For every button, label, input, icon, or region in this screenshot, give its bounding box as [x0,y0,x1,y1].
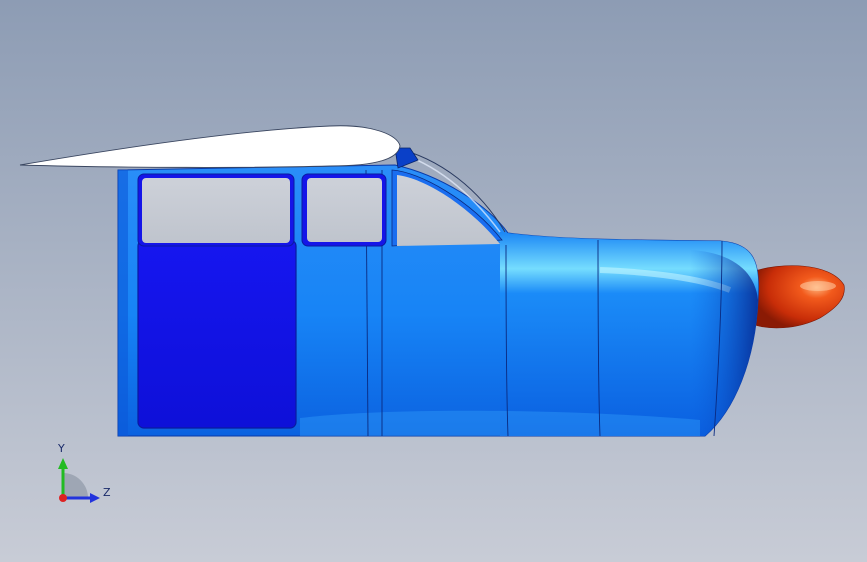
triad-x-axis-icon [59,494,67,502]
triad-z-label: Z [103,486,111,499]
graphics-viewport[interactable]: Y Z [0,0,867,562]
model-view[interactable] [0,0,867,562]
triad-plane-quadrant [63,473,88,498]
triad-y-arrow-icon [58,458,68,469]
triad-z-arrow-icon [90,493,100,503]
triad-y-label: Y [58,442,65,455]
orientation-triad[interactable]: Y Z [48,440,118,510]
cabin-door[interactable] [137,239,297,429]
rear-window[interactable] [137,173,295,247]
middle-window[interactable] [301,173,387,247]
